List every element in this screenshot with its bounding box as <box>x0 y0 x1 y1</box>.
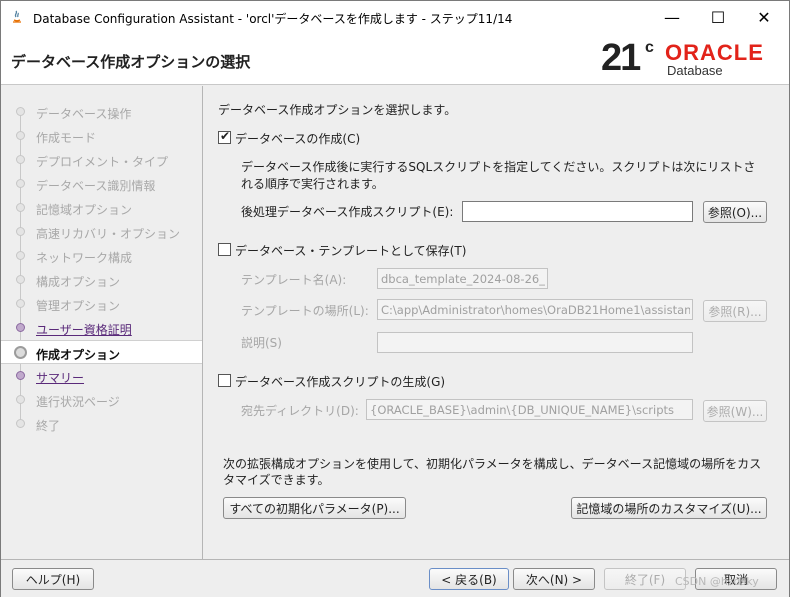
nav-step-1: データベース操作 <box>1 100 202 124</box>
window-title: Database Configuration Assistant - 'orcl… <box>33 12 513 26</box>
template-location-value: C:\app\Administrator\homes\OraDB21Home1\… <box>381 303 690 317</box>
step-dot-icon <box>16 251 25 260</box>
nav-step-6: 高速リカバリ・オプション <box>1 220 202 244</box>
nav-step-label: 進行状況ページ <box>36 395 120 409</box>
post-script-input[interactable] <box>462 201 693 222</box>
step-dot-icon <box>16 155 25 164</box>
gen-scripts-checkbox[interactable] <box>218 374 231 387</box>
nav-step-label: 記憶域オプション <box>36 203 133 217</box>
create-db-desc-line1: データベース作成後に実行するSQLスクリプトを指定してください。スクリプトは次に… <box>241 160 756 174</box>
nav-step-5: 記憶域オプション <box>1 196 202 220</box>
nav-step-label: 高速リカバリ・オプション <box>36 227 181 241</box>
java-app-icon <box>13 10 21 23</box>
post-script-browse-button[interactable]: 参照(O)... <box>703 201 767 223</box>
all-init-params-button[interactable]: すべての初期化パラメータ(P)... <box>223 497 406 519</box>
nav-step-label: サマリー <box>36 371 85 385</box>
bottom-bar: ヘルプ(H) < 戻る(B) 次へ(N) > 終了(F) 取消 <box>1 559 789 597</box>
template-desc-input[interactable] <box>377 332 693 353</box>
create-db-desc-line2: れる順序で実行されます。 <box>241 177 384 191</box>
gen-scripts-label: データベース作成スクリプトの生成(G) <box>235 375 446 389</box>
step-dot-icon <box>16 395 25 404</box>
template-name-input[interactable]: dbca_template_2024-08-26_0 <box>377 268 548 289</box>
step-dot-icon <box>16 299 25 308</box>
template-location-browse-button[interactable]: 参照(R)... <box>703 300 767 322</box>
nav-step-label: デプロイメント・タイプ <box>36 155 169 169</box>
maximize-button[interactable]: ☐ <box>695 1 741 33</box>
nav-step-3: デプロイメント・タイプ <box>1 148 202 172</box>
close-button[interactable]: ✕ <box>741 1 787 33</box>
customize-storage-button[interactable]: 記憶域の場所のカスタマイズ(U)... <box>571 497 767 519</box>
step-dot-icon <box>16 179 25 188</box>
back-button[interactable]: < 戻る(B) <box>429 568 509 590</box>
step-dot-icon <box>16 227 25 236</box>
nav-step-7: ネットワーク構成 <box>1 244 202 268</box>
logo-c: c <box>645 39 654 56</box>
step-dot-icon <box>16 107 25 116</box>
nav-step-4: データベース識別情報 <box>1 172 202 196</box>
create-db-label: データベースの作成(C) <box>235 132 361 146</box>
nav-step-8: 構成オプション <box>1 268 202 292</box>
create-db-checkbox[interactable]: ✔ <box>218 129 231 144</box>
dest-dir-input[interactable]: {ORACLE_BASE}\admin\{DB_UNIQUE_NAME}\scr… <box>366 399 693 420</box>
post-script-label: 後処理データベース作成スクリプト(E): <box>241 205 454 219</box>
nav-step-11[interactable]: 作成オプション <box>1 340 202 364</box>
step-dot-icon <box>16 419 25 428</box>
nav-step-label: ユーザー資格証明 <box>36 323 132 337</box>
step-dot-icon <box>16 275 25 284</box>
template-location-label: テンプレートの場所(L): <box>241 304 369 318</box>
template-name-label: テンプレート名(A): <box>241 273 347 287</box>
step-dot-icon <box>14 346 27 359</box>
nav-step-label: データベース操作 <box>36 107 132 121</box>
step-dot-icon <box>16 371 25 380</box>
intro-text: データベース作成オプションを選択します。 <box>218 103 457 117</box>
next-button[interactable]: 次へ(N) > <box>513 568 595 590</box>
step-dot-icon <box>16 323 25 332</box>
advanced-text-line1: 次の拡張構成オプションを使用して、初期化パラメータを構成し、データベース記憶域の… <box>223 457 762 471</box>
checkmark-icon: ✔ <box>220 129 231 143</box>
nav-step-label: データベース識別情報 <box>36 179 156 193</box>
dbca-window: Database Configuration Assistant - 'orcl… <box>0 0 790 597</box>
logo-product: Database <box>667 63 723 78</box>
step-dot-icon <box>16 203 25 212</box>
save-template-checkbox[interactable] <box>218 243 231 256</box>
dest-dir-browse-button[interactable]: 参照(W)... <box>703 400 767 422</box>
nav-step-10[interactable]: ユーザー資格証明 <box>1 316 202 340</box>
nav-step-9: 管理オプション <box>1 292 202 316</box>
watermark-text: CSDN @hsdsky <box>675 575 759 588</box>
page-header: データベース作成オプションの選択 21 c ORACLE Database <box>1 33 789 85</box>
template-location-input[interactable]: C:\app\Administrator\homes\OraDB21Home1\… <box>377 299 693 320</box>
nav-step-label: 終了 <box>36 419 61 433</box>
nav-step-label: 構成オプション <box>36 275 121 289</box>
advanced-text-line2: タマイズできます。 <box>223 473 330 487</box>
nav-step-label: 作成モード <box>36 131 97 145</box>
oracle-logo: 21 c ORACLE Database <box>599 37 779 81</box>
nav-step-label: 管理オプション <box>36 299 121 313</box>
minimize-button[interactable]: — <box>649 1 695 33</box>
nav-step-2: 作成モード <box>1 124 202 148</box>
help-button[interactable]: ヘルプ(H) <box>12 568 94 590</box>
nav-step-label: 作成オプション <box>36 348 121 362</box>
nav-step-label: ネットワーク構成 <box>36 251 133 265</box>
step-navigation: データベース操作 作成モードデプロイメント・タイプ データベース識別情報 記憶域オプシ… <box>1 86 203 559</box>
finish-button[interactable]: 終了(F) <box>604 568 686 590</box>
main-panel: データベース作成オプションを選択します。 ✔ データベースの作成(C) データベ… <box>204 86 789 559</box>
nav-step-13: 進行状況ページ <box>1 388 202 412</box>
dest-dir-value: {ORACLE_BASE}\admin\{DB_UNIQUE_NAME}\scr… <box>370 403 675 417</box>
template-name-value: dbca_template_2024-08-26_0 <box>381 272 545 286</box>
nav-step-12[interactable]: サマリー <box>1 364 202 388</box>
nav-step-14: 終了 <box>1 412 202 436</box>
template-desc-label: 説明(S) <box>241 336 282 350</box>
page-title: データベース作成オプションの選択 <box>11 53 251 71</box>
step-dot-icon <box>16 131 25 140</box>
logo-version: 21 <box>601 37 641 79</box>
dest-dir-label: 宛先ディレクトリ(D): <box>241 404 359 418</box>
title-bar: Database Configuration Assistant - 'orcl… <box>1 1 789 33</box>
save-template-label: データベース・テンプレートとして保存(T) <box>235 244 467 258</box>
